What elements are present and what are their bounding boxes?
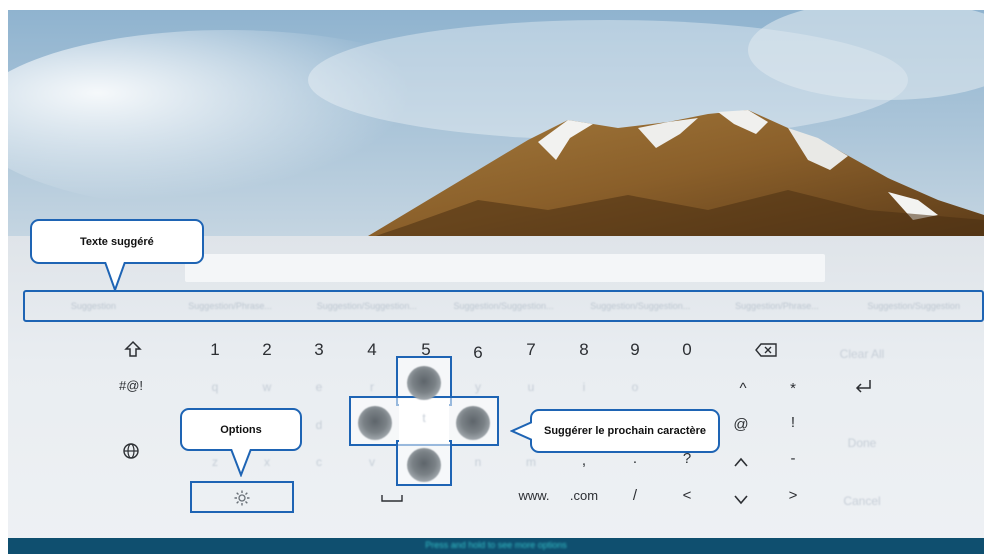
key-8[interactable]: 8 — [569, 340, 599, 360]
slash-key[interactable]: / — [620, 487, 650, 504]
predicted-char-down[interactable] — [407, 448, 441, 482]
shift-key[interactable] — [118, 340, 148, 363]
exclaim-key[interactable]: ! — [778, 414, 808, 431]
bottom-hint-text: Press and hold to see more options — [425, 540, 567, 550]
lt-key[interactable]: < — [672, 487, 702, 504]
enter-key[interactable] — [848, 378, 878, 399]
callout-predict-next-label: Suggérer le prochain caractère — [543, 425, 706, 437]
minus-key[interactable]: - — [778, 450, 808, 467]
callout-predict-next: Suggérer le prochain caractère — [530, 409, 720, 453]
key-7[interactable]: 7 — [516, 340, 546, 360]
predict-center-key[interactable]: t — [409, 411, 439, 425]
symbols-key[interactable]: #@! — [116, 378, 146, 393]
key-1[interactable]: 1 — [200, 340, 230, 360]
suggestion-item[interactable]: Suggestion — [25, 292, 162, 320]
key-w[interactable]: w — [252, 380, 282, 394]
key-z[interactable]: z — [200, 455, 230, 469]
shift-icon — [124, 340, 142, 357]
predicted-char-right[interactable] — [456, 406, 490, 440]
asterisk-key[interactable]: * — [778, 380, 808, 397]
key-e[interactable]: e — [304, 380, 334, 394]
key-y[interactable]: y — [463, 380, 493, 394]
caret-key[interactable]: ^ — [728, 380, 758, 397]
suggestion-item[interactable]: Suggestion/Suggestion... — [435, 292, 572, 320]
done-key[interactable]: Done — [830, 436, 894, 450]
key-6[interactable]: 6 — [463, 343, 493, 363]
key-o[interactable]: o — [620, 380, 650, 394]
key-n[interactable]: n — [463, 455, 493, 469]
tv-screen: Suggestion Suggestion/Phrase... Suggesti… — [8, 10, 984, 554]
callout-pointer-icon — [510, 421, 532, 441]
key-3[interactable]: 3 — [304, 340, 334, 360]
suggestion-item[interactable]: Suggestion/Phrase... — [709, 292, 846, 320]
key-4[interactable]: 4 — [357, 340, 387, 360]
key-r[interactable]: r — [357, 380, 387, 394]
enter-icon — [855, 380, 871, 393]
callout-pointer-icon — [104, 262, 126, 292]
key-0[interactable]: 0 — [672, 340, 702, 360]
key-v[interactable]: v — [357, 455, 387, 469]
suggestion-item[interactable]: Suggestion/Suggestion... — [572, 292, 709, 320]
suggestion-strip: Suggestion Suggestion/Phrase... Suggesti… — [23, 290, 984, 322]
up-arrow-key[interactable] — [726, 452, 756, 472]
at-key[interactable]: @ — [726, 416, 756, 433]
backspace-icon — [755, 343, 777, 357]
suggestion-item[interactable]: Suggestion/Suggestion — [845, 292, 982, 320]
settings-key[interactable] — [190, 481, 294, 513]
predicted-char-left[interactable] — [358, 406, 392, 440]
key-x[interactable]: x — [252, 455, 282, 469]
down-arrow-key[interactable] — [726, 490, 756, 510]
key-c[interactable]: c — [304, 455, 334, 469]
suggestion-item[interactable]: Suggestion/Phrase... — [162, 292, 299, 320]
callout-suggested-text-label: Texte suggéré — [80, 235, 154, 248]
chevron-down-icon — [734, 495, 748, 505]
suggestion-item[interactable]: Suggestion/Suggestion... — [298, 292, 435, 320]
comma-key[interactable]: , — [569, 452, 599, 469]
callout-pointer-icon — [230, 449, 252, 477]
gear-icon — [234, 490, 250, 506]
globe-icon — [123, 443, 139, 459]
predicted-char-up[interactable] — [407, 366, 441, 400]
language-key[interactable] — [116, 442, 146, 465]
space-icon — [381, 495, 403, 502]
callout-suggested-text: Texte suggéré — [30, 219, 204, 264]
callout-options: Options — [180, 408, 302, 451]
chevron-up-icon — [734, 457, 748, 467]
key-q[interactable]: q — [200, 380, 230, 394]
com-key[interactable]: .com — [552, 488, 616, 503]
key-2[interactable]: 2 — [252, 340, 282, 360]
space-key[interactable] — [377, 488, 407, 508]
key-d[interactable]: d — [304, 418, 334, 432]
key-9[interactable]: 9 — [620, 340, 650, 360]
text-input-field[interactable] — [185, 254, 825, 282]
clear-all-key[interactable]: Clear All — [830, 347, 894, 361]
gt-key[interactable]: > — [778, 487, 808, 504]
key-m[interactable]: m — [516, 455, 546, 469]
cancel-key[interactable]: Cancel — [830, 494, 894, 508]
callout-options-label: Options — [220, 423, 262, 436]
key-u[interactable]: u — [516, 380, 546, 394]
key-i[interactable]: i — [569, 380, 599, 394]
backspace-key[interactable] — [751, 342, 781, 362]
